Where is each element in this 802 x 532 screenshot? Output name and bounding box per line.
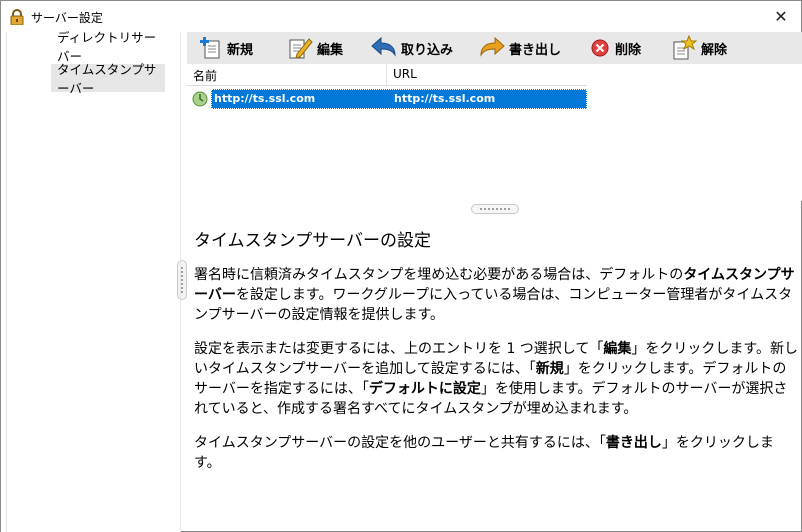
column-header-url[interactable]: URL	[393, 67, 417, 81]
sidebar-item-label: タイムスタンプサーバー	[57, 62, 157, 96]
help-panel: タイムスタンプサーバーの設定 署名時に信頼済みタイムスタンプを埋め込む必要がある…	[194, 226, 798, 487]
import-label: 取り込み	[401, 42, 454, 58]
close-button[interactable]: ✕	[761, 1, 801, 32]
delete-icon	[591, 39, 609, 57]
import-arrow-icon	[371, 37, 396, 57]
pane-divider	[180, 32, 181, 532]
delete-button[interactable]: 削除	[589, 32, 641, 64]
edit-label: 編集	[317, 42, 344, 58]
column-separator[interactable]	[386, 64, 387, 86]
new-button[interactable]: 新規	[199, 32, 253, 64]
help-paragraph-3: タイムスタンプサーバーの設定を他のユーザーと共有するには、「書き出し」をクリック…	[194, 435, 774, 471]
star-document-icon	[673, 35, 697, 60]
window-title: サーバー設定	[31, 11, 103, 25]
new-label: 新規	[227, 42, 254, 58]
sidebar-item-directory-server[interactable]: ディレクトリサーバー	[51, 30, 165, 64]
help-paragraph-2: 設定を表示または変更するには、上のエントリを 1 つ選択して「編集」をクリックし…	[194, 341, 798, 417]
column-header-name[interactable]: 名前	[193, 67, 217, 84]
list-header: 名前 URL	[187, 64, 587, 86]
new-icon	[200, 37, 220, 59]
table-row[interactable]: http://ts.ssl.com http://ts.ssl.com	[211, 89, 587, 109]
timestamp-server-icon	[191, 90, 209, 108]
edit-icon	[289, 38, 313, 59]
delete-label: 削除	[615, 42, 642, 58]
horizontal-splitter	[187, 201, 802, 217]
export-arrow-icon	[480, 37, 505, 57]
release-button[interactable]: 解除	[671, 32, 727, 64]
import-button[interactable]: 取り込み	[371, 32, 453, 64]
help-paragraph-1: 署名時に信頼済みタイムスタンプを埋め込む必要がある場合は、デフォルトのタイムスタ…	[194, 267, 795, 323]
sidebar: ディレクトリサーバー タイムスタンプサーバー	[7, 30, 187, 532]
toolbar: 新規 編集 取り込み 書き出し 削除 解除	[187, 32, 802, 64]
sidebar-item-timestamp-server[interactable]: タイムスタンプサーバー	[51, 62, 165, 96]
help-title: タイムスタンプサーバーの設定	[194, 231, 431, 251]
export-button[interactable]: 書き出し	[479, 32, 561, 64]
row-url-cell: http://ts.ssl.com	[394, 92, 496, 105]
export-label: 書き出し	[509, 42, 562, 58]
edit-button[interactable]: 編集	[287, 32, 343, 64]
row-name-cell: http://ts.ssl.com	[214, 92, 316, 105]
splitter-handle[interactable]	[471, 204, 519, 214]
sidebar-resize-handle[interactable]	[177, 260, 187, 300]
lock-icon	[10, 9, 24, 26]
server-list: 名前 URL http://ts.ssl.com http://ts.ssl.c…	[187, 64, 802, 201]
release-label: 解除	[701, 42, 728, 58]
server-settings-window: サーバー設定 ✕ ディレクトリサーバー タイムスタンプサーバー 新規 編集 取り…	[0, 0, 802, 532]
